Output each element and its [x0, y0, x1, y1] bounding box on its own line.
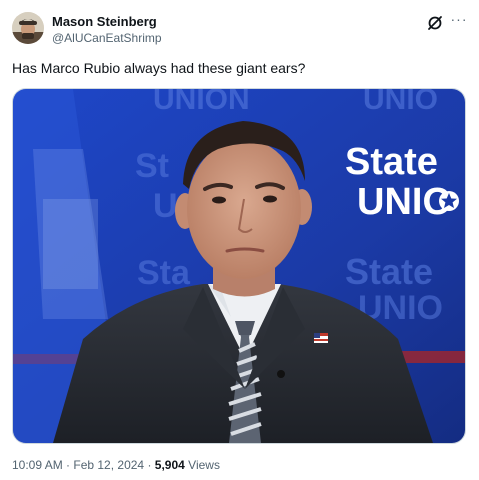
avatar[interactable]	[12, 12, 44, 44]
avatar-image	[12, 12, 44, 44]
bg-right-state: State	[345, 251, 433, 292]
views-label: Views	[188, 458, 220, 472]
views-count: 5,904	[154, 458, 185, 472]
tweet-time[interactable]: 10:09 AM	[12, 458, 63, 472]
author-handle[interactable]: @AlUCanEatShrimp	[52, 31, 162, 45]
bg-left-s1: St	[135, 147, 169, 185]
more-icon[interactable]: ···	[450, 12, 468, 30]
meta-separator-1: ·	[62, 458, 74, 472]
grok-icon[interactable]	[426, 14, 444, 32]
bg-union-top-right: UNIO	[363, 89, 438, 116]
face	[187, 139, 301, 279]
author-name[interactable]: Mason Steinberg	[52, 14, 157, 29]
meta-separator-2: ·	[144, 458, 155, 472]
tweet-date[interactable]: Feb 12, 2024	[73, 458, 144, 472]
tweet-meta: 10:09 AM · Feb 12, 2024 · 5,904 Views	[12, 458, 220, 472]
bg-left-s2: Sta	[137, 254, 191, 292]
tweet-text: Has Marco Rubio always had these giant e…	[12, 60, 306, 76]
photo-studio-scene: UNION UNIO St U Sta State UNIO State UNI…	[13, 89, 465, 443]
tweet-media-photo[interactable]: UNION UNIO St U Sta State UNIO State UNI…	[12, 88, 466, 444]
bg-left-u1: U	[153, 187, 178, 225]
tweet-card: Mason Steinberg @AlUCanEatShrimp ··· Has…	[0, 0, 479, 480]
logo-union-text: UNIO	[357, 181, 452, 223]
bg-union-top-left: UNION	[153, 89, 250, 116]
logo-state-text: State	[345, 141, 438, 183]
